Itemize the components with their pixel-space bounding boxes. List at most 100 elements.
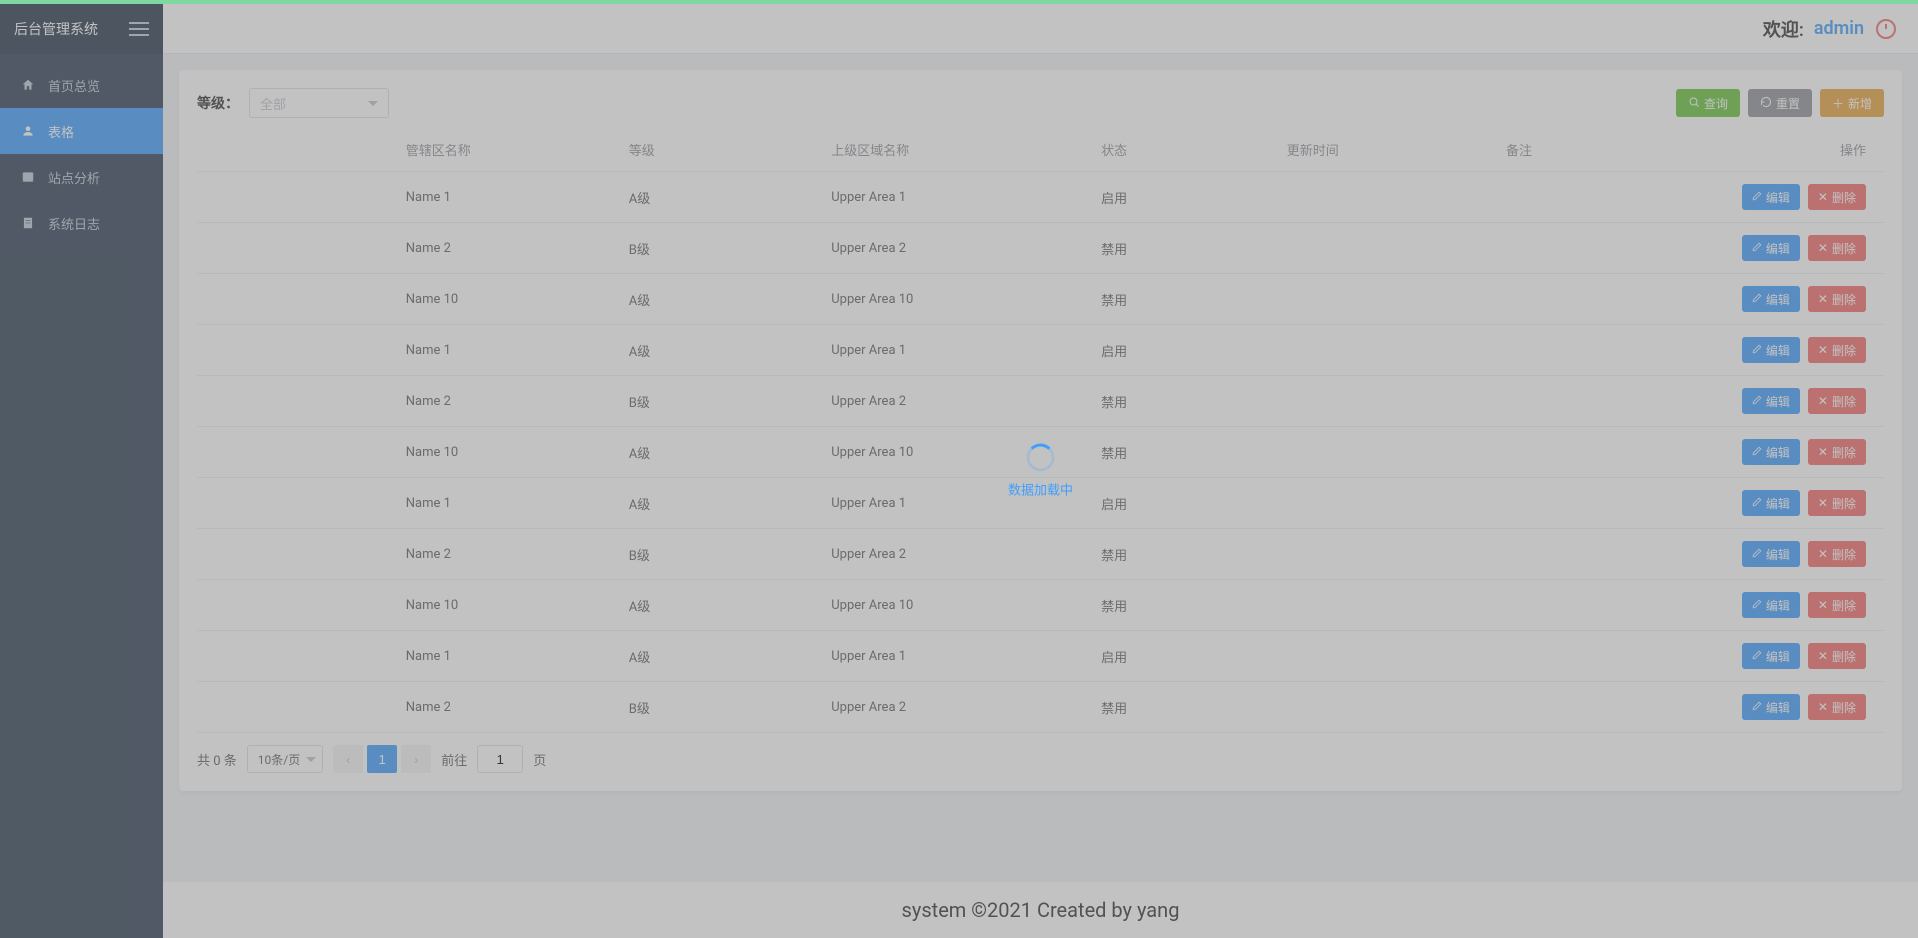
welcome-username[interactable]: admin xyxy=(1814,18,1864,39)
delete-button[interactable]: ✕删除 xyxy=(1808,337,1866,363)
add-button[interactable]: ＋ 新增 xyxy=(1820,89,1884,117)
edit-button[interactable]: 编辑 xyxy=(1742,439,1800,465)
delete-button[interactable]: ✕删除 xyxy=(1808,643,1866,669)
delete-label: 删除 xyxy=(1832,597,1856,614)
cell-level: B级 xyxy=(619,529,821,580)
close-icon: ✕ xyxy=(1818,343,1828,357)
cell-upper: Upper Area 1 xyxy=(821,631,1091,682)
cell-remark xyxy=(1496,580,1648,631)
sidebar-item-1[interactable]: 表格 xyxy=(0,108,163,154)
edit-label: 编辑 xyxy=(1766,699,1790,716)
goto-label: 前往 xyxy=(441,750,467,769)
cell-ops: 编辑 ✕删除 xyxy=(1648,631,1884,682)
page-prev-button[interactable]: ‹ xyxy=(333,745,363,773)
sidebar-item-label: 表格 xyxy=(48,122,74,141)
cell-status: 禁用 xyxy=(1091,682,1277,733)
cell-upper: Upper Area 1 xyxy=(821,172,1091,223)
edit-button[interactable]: 编辑 xyxy=(1742,337,1800,363)
edit-label: 编辑 xyxy=(1766,444,1790,461)
edit-icon xyxy=(1752,547,1762,561)
edit-button[interactable]: 编辑 xyxy=(1742,184,1800,210)
sidebar-item-label: 系统日志 xyxy=(48,214,100,233)
edit-button[interactable]: 编辑 xyxy=(1742,592,1800,618)
welcome-label: 欢迎: xyxy=(1763,16,1804,42)
cell-name: Name 1 xyxy=(366,631,619,682)
delete-button[interactable]: ✕删除 xyxy=(1808,439,1866,465)
cell-level: A级 xyxy=(619,172,821,223)
delete-button[interactable]: ✕删除 xyxy=(1808,235,1866,261)
search-button-label: 查询 xyxy=(1704,95,1728,112)
th-status: 状态 xyxy=(1091,128,1277,172)
cell-remark xyxy=(1496,682,1648,733)
table-icon xyxy=(20,123,36,139)
sidebar-item-0[interactable]: 首页总览 xyxy=(0,62,163,108)
cell-name: Name 1 xyxy=(366,478,619,529)
add-button-label: 新增 xyxy=(1848,95,1872,112)
cell-checkbox xyxy=(197,682,366,733)
edit-icon xyxy=(1752,445,1762,459)
cell-checkbox xyxy=(197,478,366,529)
close-icon: ✕ xyxy=(1818,547,1828,561)
pagination-total: 共 0 条 xyxy=(197,750,237,769)
cell-update xyxy=(1277,631,1496,682)
menu-toggle-icon[interactable] xyxy=(129,19,149,39)
sidebar-item-2[interactable]: 站点分析 xyxy=(0,154,163,200)
cell-remark xyxy=(1496,223,1648,274)
cell-name: Name 2 xyxy=(366,376,619,427)
delete-button[interactable]: ✕删除 xyxy=(1808,694,1866,720)
delete-button[interactable]: ✕删除 xyxy=(1808,286,1866,312)
cell-remark xyxy=(1496,172,1648,223)
table-row: Name 2B级Upper Area 2禁用编辑✕删除 xyxy=(197,682,1884,733)
edit-icon xyxy=(1752,241,1762,255)
sidebar-header: 后台管理系统 xyxy=(0,4,163,54)
delete-button[interactable]: ✕删除 xyxy=(1808,592,1866,618)
table-row: Name 10A级Upper Area 10禁用编辑✕删除 xyxy=(197,274,1884,325)
edit-label: 编辑 xyxy=(1766,495,1790,512)
cell-ops: 编辑 ✕删除 xyxy=(1648,478,1884,529)
cell-remark xyxy=(1496,274,1648,325)
chevron-down-icon xyxy=(368,101,378,106)
th-remark: 备注 xyxy=(1496,128,1648,172)
page-size-select[interactable]: 10条/页 xyxy=(247,745,323,773)
edit-button[interactable]: 编辑 xyxy=(1742,286,1800,312)
delete-button[interactable]: ✕删除 xyxy=(1808,490,1866,516)
sidebar-item-3[interactable]: 系统日志 xyxy=(0,200,163,246)
edit-label: 编辑 xyxy=(1766,393,1790,410)
cell-upper: Upper Area 2 xyxy=(821,682,1091,733)
reset-button[interactable]: 重置 xyxy=(1748,89,1812,117)
cell-checkbox xyxy=(197,274,366,325)
close-icon: ✕ xyxy=(1818,241,1828,255)
cell-status: 禁用 xyxy=(1091,529,1277,580)
cell-upper: Upper Area 2 xyxy=(821,376,1091,427)
level-select[interactable]: 全部 xyxy=(249,88,389,118)
toolbar: 等级： 全部 查询 xyxy=(197,88,1884,118)
edit-icon xyxy=(1752,343,1762,357)
logout-icon[interactable] xyxy=(1874,17,1898,41)
delete-button[interactable]: ✕ 删除 xyxy=(1808,541,1866,567)
delete-label: 删除 xyxy=(1832,189,1856,206)
cell-level: A级 xyxy=(619,274,821,325)
goto-page-input[interactable] xyxy=(477,745,523,773)
edit-button[interactable]: 编辑 xyxy=(1742,235,1800,261)
delete-button[interactable]: ✕删除 xyxy=(1808,184,1866,210)
delete-label: 删除 xyxy=(1832,444,1856,461)
cell-ops: 编辑 ✕ 删除 xyxy=(1648,529,1884,580)
edit-button[interactable]: 编辑 xyxy=(1742,388,1800,414)
chevron-right-icon: › xyxy=(414,752,418,767)
edit-button[interactable]: 编辑 xyxy=(1742,490,1800,516)
table-row: Name 10A级Upper Area 10禁用编辑✕删除 xyxy=(197,580,1884,631)
cell-status: 启用 xyxy=(1091,631,1277,682)
cell-name: Name 1 xyxy=(366,172,619,223)
footer: system ©2021 Created by yang xyxy=(163,882,1918,938)
page-number-button[interactable]: 1 xyxy=(367,745,397,773)
delete-button[interactable]: ✕删除 xyxy=(1808,388,1866,414)
edit-label: 编辑 xyxy=(1766,240,1790,257)
edit-button[interactable]: 编辑 xyxy=(1742,643,1800,669)
footer-text: system ©2021 Created by yang xyxy=(902,898,1180,922)
delete-label: 删除 xyxy=(1832,546,1856,563)
page-next-button[interactable]: › xyxy=(401,745,431,773)
search-button[interactable]: 查询 xyxy=(1676,89,1740,117)
edit-button[interactable]: 编辑 xyxy=(1742,694,1800,720)
cell-name: Name 2 xyxy=(366,682,619,733)
edit-button[interactable]: 编辑 xyxy=(1742,541,1800,567)
